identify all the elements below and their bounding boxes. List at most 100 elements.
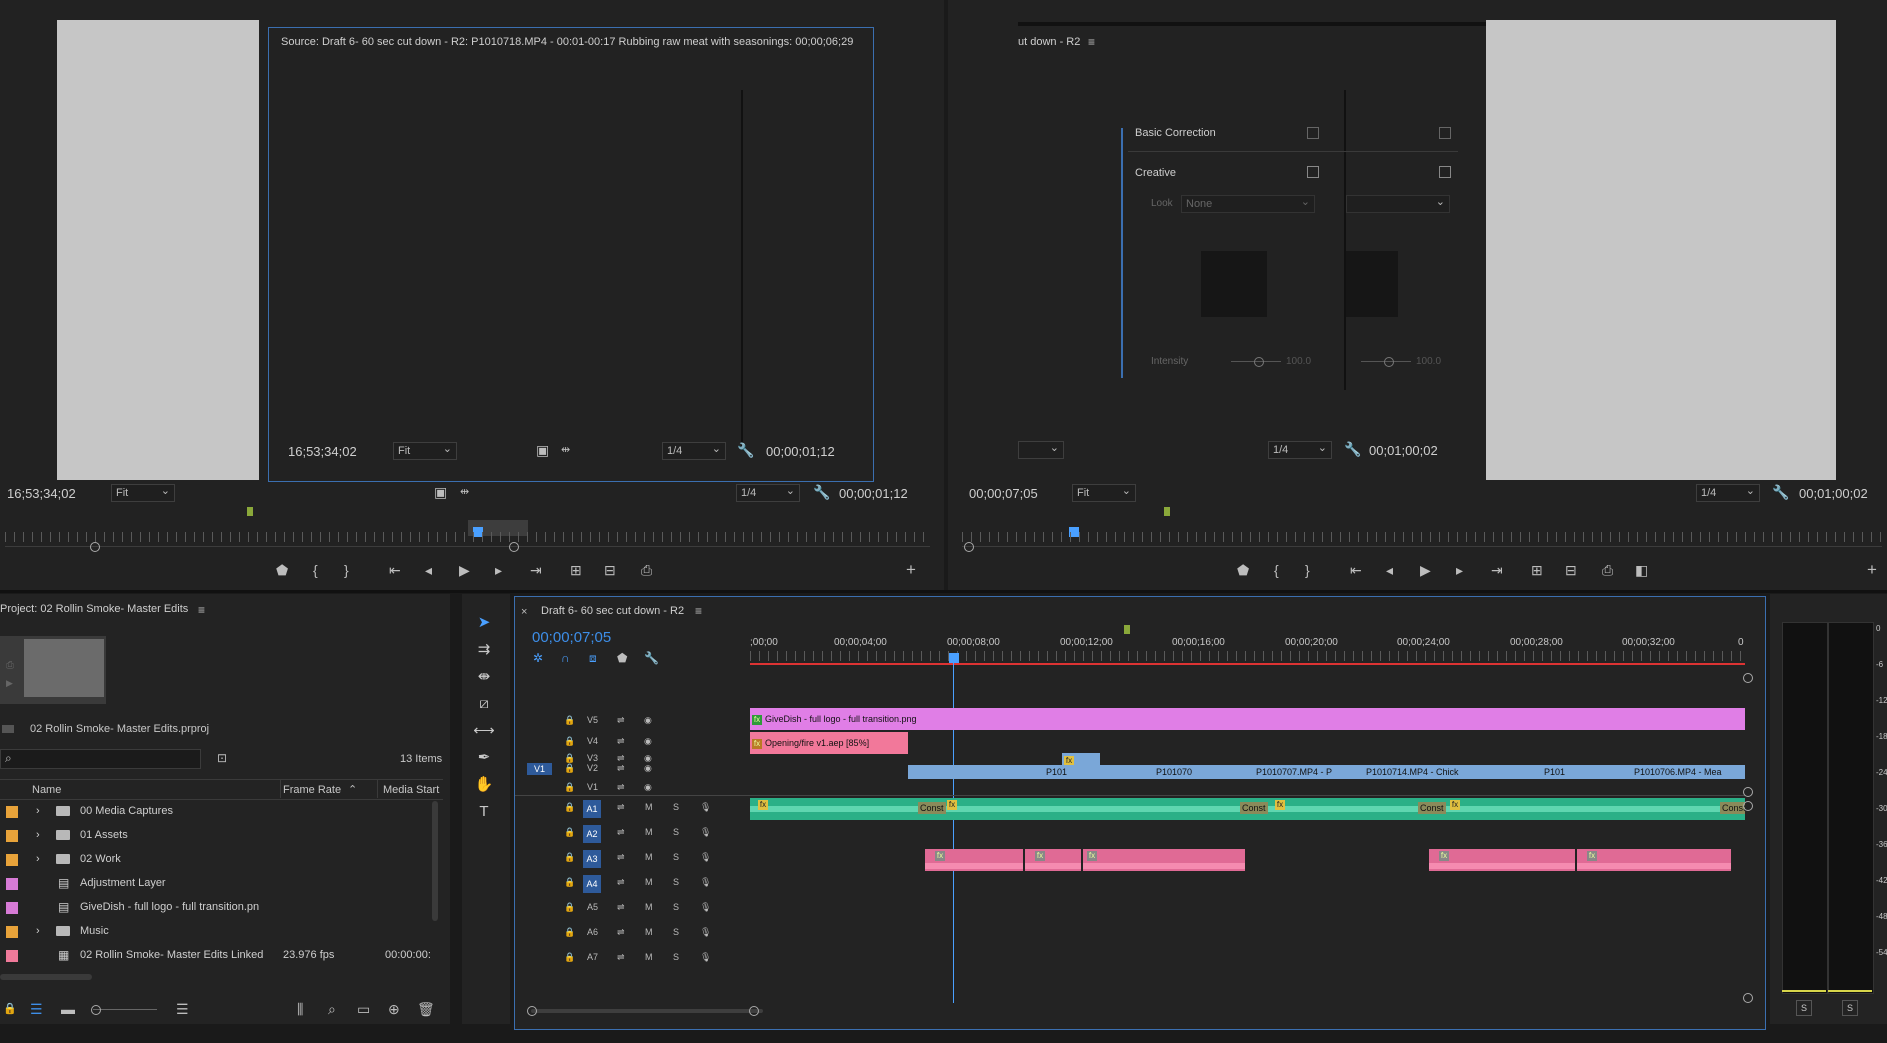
label-color[interactable] bbox=[6, 950, 18, 962]
hamburger-menu-icon[interactable]: ≡ bbox=[695, 604, 702, 618]
source-inner-res-dropdown[interactable]: 1/4 bbox=[662, 442, 726, 460]
safe-margins-icon[interactable]: ▣ bbox=[434, 485, 447, 499]
column-header-frame-rate[interactable]: Frame Rate bbox=[283, 784, 341, 796]
source-zoom-bar[interactable] bbox=[5, 546, 930, 547]
mark-in-icon[interactable]: { bbox=[313, 563, 318, 577]
lock-icon[interactable]: 🔒 bbox=[564, 852, 575, 863]
lock-icon[interactable]: 🔒 bbox=[564, 827, 575, 838]
lock-icon[interactable]: 🔒 bbox=[564, 877, 575, 888]
vertical-scrollbar[interactable] bbox=[432, 801, 438, 921]
mute-button[interactable]: M bbox=[645, 827, 653, 837]
insert-icon[interactable]: ⇹ bbox=[460, 485, 469, 499]
mark-out-icon[interactable]: } bbox=[344, 563, 349, 577]
checkbox[interactable] bbox=[1307, 127, 1319, 139]
solo-right-button[interactable]: S bbox=[1842, 1000, 1858, 1016]
go-to-in-icon[interactable]: ⇤ bbox=[1350, 563, 1362, 577]
zoom-handle-left[interactable] bbox=[90, 542, 100, 552]
wrench-icon[interactable]: 🔧 bbox=[644, 651, 659, 665]
solo-button[interactable]: S bbox=[673, 952, 679, 962]
playhead[interactable] bbox=[949, 653, 959, 663]
clip-v2[interactable]: P101 P101070 P1010707.MP4 - P P1010714.M… bbox=[908, 765, 1745, 779]
microphone-icon[interactable]: 🎙 bbox=[700, 852, 711, 863]
eye-icon[interactable]: ◉ bbox=[644, 736, 652, 747]
timeline-tab-title[interactable]: Draft 6- 60 sec cut down - R2 bbox=[541, 605, 684, 617]
list-item[interactable]: ▤ GiveDish - full logo - full transition… bbox=[0, 897, 440, 917]
mute-button[interactable]: M bbox=[645, 852, 653, 862]
time-ruler[interactable]: ;00;00 00;00;04;00 00;00;08;00 00;00;12;… bbox=[750, 633, 1750, 667]
track-label-a5[interactable]: A5 bbox=[587, 902, 598, 912]
chevron-right-icon[interactable]: › bbox=[36, 801, 40, 821]
program-zoom-bar[interactable] bbox=[962, 546, 1882, 547]
list-item[interactable]: › 01 Assets bbox=[0, 825, 440, 845]
step-forward-icon[interactable]: ▸ bbox=[495, 563, 502, 577]
camera-icon[interactable]: ⎙ bbox=[641, 563, 652, 577]
play-icon[interactable]: ▶ bbox=[1420, 563, 1431, 577]
go-to-out-icon[interactable]: ⇥ bbox=[530, 563, 542, 577]
program-time-ruler[interactable] bbox=[962, 532, 1882, 542]
search-input[interactable] bbox=[0, 749, 201, 769]
mute-button[interactable]: M bbox=[645, 902, 653, 912]
source-patch-v1[interactable]: V1 bbox=[527, 763, 552, 775]
pen-tool-icon[interactable]: ✒ bbox=[472, 747, 496, 769]
microphone-icon[interactable]: 🎙 bbox=[700, 927, 711, 938]
checkbox[interactable] bbox=[1439, 166, 1451, 178]
wrench-icon[interactable]: 🔧 bbox=[813, 485, 830, 499]
sync-lock-icon[interactable]: ⇌ bbox=[617, 952, 625, 963]
chevron-right-icon[interactable]: › bbox=[36, 825, 40, 845]
sort-icons-icon[interactable]: ☰ bbox=[176, 1002, 189, 1016]
track-label-a7[interactable]: A7 bbox=[587, 952, 598, 962]
linked-selection-icon[interactable]: ⧈ bbox=[589, 651, 597, 665]
look-dropdown[interactable]: None bbox=[1181, 195, 1315, 213]
track-label-v3[interactable]: V3 bbox=[587, 753, 598, 763]
close-tab-icon[interactable]: × bbox=[521, 605, 527, 619]
sync-lock-icon[interactable]: ⇌ bbox=[617, 852, 625, 863]
track-label-a1[interactable]: A1 bbox=[583, 800, 601, 818]
mark-in-icon[interactable]: { bbox=[1274, 563, 1279, 577]
chevron-right-icon[interactable]: › bbox=[36, 849, 40, 869]
list-view-icon[interactable]: ☰ bbox=[30, 1002, 43, 1016]
sync-lock-icon[interactable]: ⇌ bbox=[617, 902, 625, 913]
source-inner-fit-dropdown[interactable]: Fit bbox=[393, 442, 457, 460]
solo-button[interactable]: S bbox=[673, 927, 679, 937]
column-header-name[interactable]: Name bbox=[32, 784, 61, 796]
safe-margins-icon[interactable]: ▣ bbox=[536, 443, 549, 457]
add-marker-icon[interactable]: ⬟ bbox=[276, 563, 288, 577]
lock-icon[interactable]: 🔒 bbox=[564, 802, 575, 813]
wrench-icon[interactable]: 🔧 bbox=[1344, 442, 1361, 456]
insert-button-icon[interactable]: ⊞ bbox=[570, 563, 582, 577]
solo-button[interactable]: S bbox=[673, 827, 679, 837]
type-tool-icon[interactable]: T bbox=[472, 801, 496, 823]
camera-icon[interactable]: ⎙ bbox=[1602, 563, 1613, 577]
lock-icon[interactable]: 🔒 bbox=[564, 902, 575, 913]
track-label-v4[interactable]: V4 bbox=[587, 736, 598, 746]
project-thumbnail[interactable]: ⎙ ▶ bbox=[0, 636, 106, 704]
new-bin-icon[interactable]: ▭ bbox=[357, 1002, 370, 1016]
add-button-icon[interactable]: + bbox=[1867, 561, 1877, 578]
vertical-zoom-handle[interactable] bbox=[1743, 673, 1753, 683]
insert-icon[interactable]: ⇹ bbox=[561, 443, 570, 457]
basic-correction-label[interactable]: Basic Correction bbox=[1135, 127, 1216, 139]
intensity-knob-2[interactable] bbox=[1384, 357, 1394, 367]
source-time-ruler[interactable] bbox=[5, 532, 930, 542]
work-area-bar[interactable] bbox=[750, 663, 1745, 665]
sync-lock-icon[interactable]: ⇌ bbox=[617, 763, 625, 774]
selection-tool-icon[interactable]: ➤ bbox=[472, 612, 496, 634]
intensity-knob[interactable] bbox=[1254, 357, 1264, 367]
trash-icon[interactable]: 🗑 bbox=[417, 1002, 435, 1016]
sync-lock-icon[interactable]: ⇌ bbox=[617, 782, 625, 793]
list-item[interactable]: › 02 Work bbox=[0, 849, 440, 869]
project-title[interactable]: Project: 02 Rollin Smoke- Master Edits bbox=[0, 603, 188, 615]
solo-button[interactable]: S bbox=[673, 852, 679, 862]
column-header-media-start[interactable]: Media Start bbox=[383, 784, 439, 796]
source-fit-dropdown[interactable]: Fit bbox=[111, 484, 175, 502]
zoom-slider[interactable] bbox=[93, 1009, 157, 1010]
sync-lock-icon[interactable]: ⇌ bbox=[617, 715, 625, 726]
source-timecode[interactable]: 16;53;34;02 bbox=[7, 486, 76, 501]
microphone-icon[interactable]: 🎙 bbox=[700, 902, 711, 913]
checkbox[interactable] bbox=[1439, 127, 1451, 139]
zoom-handle-right[interactable] bbox=[749, 1006, 759, 1016]
zoom-slider-knob[interactable] bbox=[91, 1005, 101, 1015]
solo-left-button[interactable]: S bbox=[1796, 1000, 1812, 1016]
find-icon[interactable]: ⌕ bbox=[328, 1002, 336, 1016]
step-back-icon[interactable]: ◂ bbox=[425, 563, 432, 577]
